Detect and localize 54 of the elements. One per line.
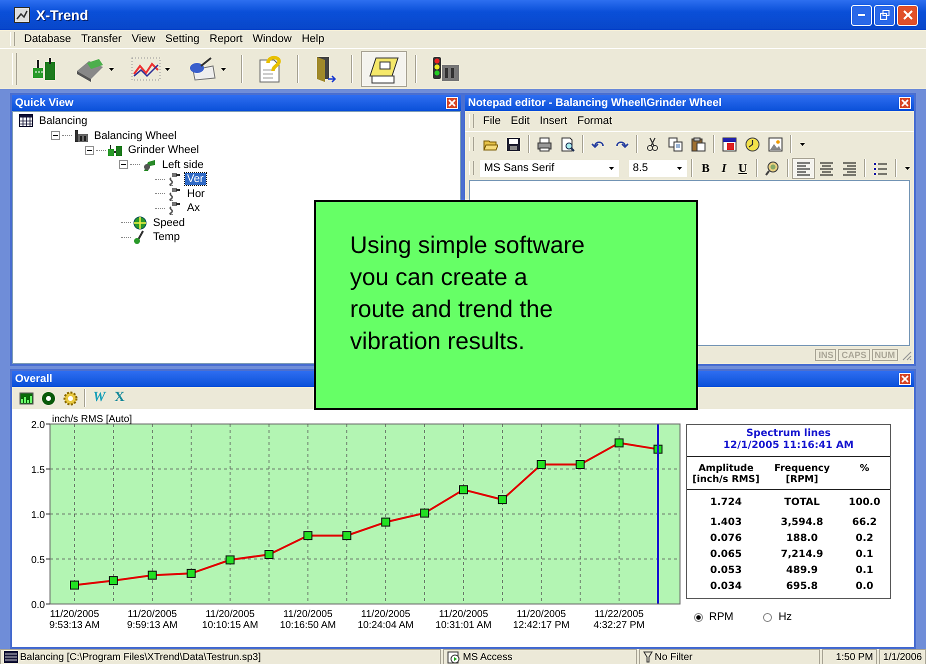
window-title: Notepad editor - Balancing Wheel\Grinder Wheel bbox=[468, 97, 723, 109]
y-tick-label: 1.5 bbox=[31, 465, 45, 476]
x-tick-label: 11/20/2005 12:42:17 PM bbox=[512, 609, 570, 631]
column-header: Frequency [RPM] bbox=[773, 463, 831, 485]
status-indicator: INS bbox=[815, 349, 836, 361]
x-tick-label: 11/20/2005 9:59:13 AM bbox=[127, 609, 178, 631]
table-cell-text: TOTAL bbox=[783, 496, 821, 510]
table-cell-text: 0.076 bbox=[709, 532, 743, 546]
table-cell-text: 1.724 bbox=[709, 496, 743, 510]
window-title: Overall bbox=[15, 373, 54, 385]
table-title: Spectrum lines bbox=[745, 428, 832, 440]
dropdown-value: MS Sans Serif bbox=[484, 162, 554, 174]
table-cell-text: 0.2 bbox=[854, 532, 874, 546]
y-tick-label: 0.0 bbox=[31, 600, 45, 611]
y-tick-label: 2.0 bbox=[31, 420, 45, 431]
x-tick-label: 11/20/2005 9:53:13 AM bbox=[49, 609, 100, 631]
status-text: No Filter bbox=[654, 652, 692, 662]
table-cell-text: 0.065 bbox=[709, 548, 743, 562]
table-cell-text: 188.0 bbox=[785, 532, 819, 546]
table-cell-text: 0.034 bbox=[709, 580, 743, 594]
x-tick-label: 11/20/2005 10:24:04 AM bbox=[358, 609, 414, 631]
callout-text: Using simple software you can create a route and trend the vibration results. bbox=[350, 231, 586, 357]
table-cell-text: 0.1 bbox=[854, 548, 874, 562]
x-tick-label: 11/20/2005 10:16:50 AM bbox=[280, 609, 336, 631]
x-tick-label: 11/20/2005 10:10:15 AM bbox=[202, 609, 258, 631]
table-cell-text: 489.9 bbox=[785, 564, 819, 578]
window-title: X-Trend bbox=[36, 7, 90, 23]
status-indicator: NUM bbox=[872, 349, 898, 361]
column-header: % bbox=[858, 463, 870, 476]
table-cell-text: 0.1 bbox=[854, 564, 874, 578]
table-cell-text: 66.2 bbox=[851, 516, 878, 530]
column-header: Amplitude [inch/s RMS] bbox=[691, 463, 761, 485]
window-title: Quick View bbox=[15, 97, 74, 109]
status-text: 1:50 PM bbox=[836, 652, 874, 662]
status-text: MS Access bbox=[462, 652, 512, 662]
table-cell-text: 0.053 bbox=[709, 564, 743, 578]
status-text: 1/1/2006 bbox=[883, 652, 922, 662]
x-tick-label: 11/20/2005 10:31:01 AM bbox=[435, 609, 492, 631]
table-cell-text: 695.8 bbox=[785, 580, 819, 594]
status-indicator: CAPS bbox=[838, 349, 870, 361]
table-cell-text: 1.403 bbox=[709, 516, 743, 530]
radio-label: RPM bbox=[709, 611, 734, 623]
table-cell-text: 3,594.8 bbox=[780, 516, 824, 530]
dropdown-value: 8.5 bbox=[632, 162, 648, 174]
radio-label: Hz bbox=[778, 611, 792, 623]
table-cell-text: 100.0 bbox=[848, 496, 882, 510]
y-tick-label: 1.0 bbox=[31, 510, 45, 521]
timestamp: 12/1/2005 11:16:41 AM bbox=[722, 440, 855, 452]
table-cell-text: 0.0 bbox=[854, 580, 874, 594]
axis-unit-label: inch/s RMS [Auto] bbox=[52, 414, 132, 425]
y-tick-label: 0.5 bbox=[31, 555, 45, 566]
status-text: Balancing [C:\Program Files\XTrend\Data\Testrun.sp3] bbox=[20, 652, 261, 662]
table-cell-text: 7,214.9 bbox=[780, 548, 824, 562]
x-tick-label: 11/22/2005 4:32:27 PM bbox=[594, 609, 645, 631]
